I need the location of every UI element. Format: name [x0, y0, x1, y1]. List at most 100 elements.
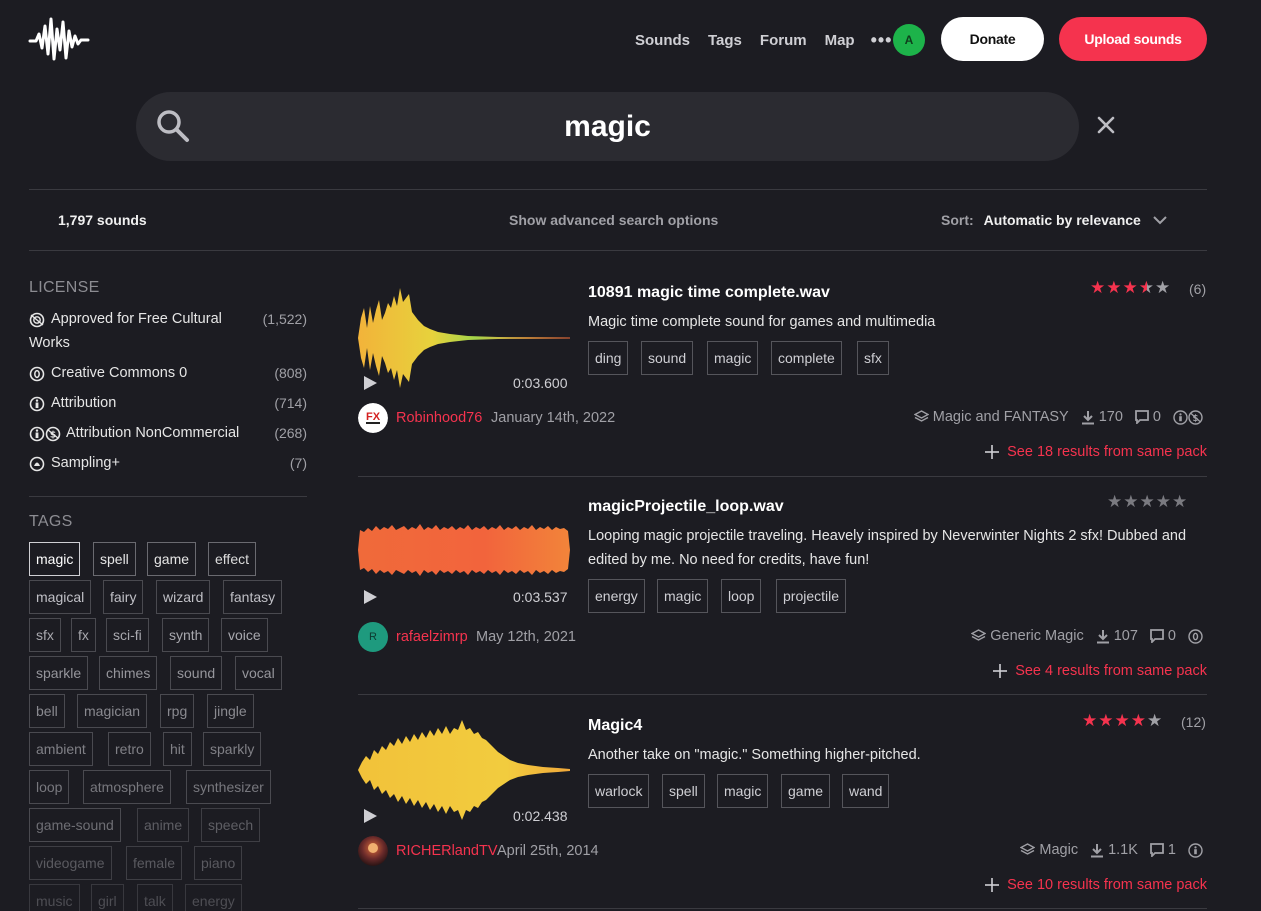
tag-filter[interactable]: music	[29, 884, 80, 911]
license-count: (268)	[274, 425, 307, 441]
tag-filter[interactable]: magician	[77, 694, 148, 728]
same-pack-link[interactable]: See 4 results from same pack	[993, 663, 1207, 679]
same-pack-link[interactable]: See 10 results from same pack	[985, 877, 1207, 893]
nav-tags[interactable]: Tags	[708, 32, 742, 49]
tag-filter[interactable]: atmosphere	[83, 770, 171, 804]
search-icon[interactable]	[155, 108, 191, 144]
tag-filter[interactable]: sfx	[29, 618, 61, 652]
pack-info[interactable]: Magic and FANTASY	[913, 409, 1069, 425]
tag-filter[interactable]: speech	[201, 808, 261, 842]
tag-filter[interactable]: ambient	[29, 732, 93, 766]
comments-info[interactable]: 1	[1150, 842, 1176, 858]
tag-filter[interactable]: chimes	[99, 656, 158, 690]
same-pack-link[interactable]: See 18 results from same pack	[985, 444, 1207, 460]
waveform-image[interactable]	[358, 720, 570, 820]
rating-stars[interactable]: ★★★★★	[1090, 278, 1171, 298]
tag-filter[interactable]: game	[147, 542, 197, 576]
tag-filter[interactable]: energy	[185, 884, 242, 911]
tag-filter[interactable]: bell	[29, 694, 65, 728]
sound-tag[interactable]: complete	[771, 341, 842, 375]
tag-filter[interactable]: effect	[208, 542, 256, 576]
tag-filter[interactable]: synthesizer	[186, 770, 271, 804]
tag-filter[interactable]: spell	[93, 542, 136, 576]
tag-filter[interactable]: sparkly	[203, 732, 262, 766]
tag-filter[interactable]: sound	[170, 656, 223, 690]
pack-info[interactable]: Magic	[1020, 842, 1078, 858]
tag-filter[interactable]: videogame	[29, 846, 112, 880]
upload-sounds-button[interactable]: Upload sounds	[1059, 17, 1207, 61]
waveform-image[interactable]	[358, 288, 570, 388]
tag-filter[interactable]: fairy	[103, 580, 144, 614]
tag-filter[interactable]: magic	[29, 542, 81, 576]
waveform-image[interactable]	[358, 500, 570, 600]
comments-info[interactable]: 0	[1135, 409, 1161, 425]
user-avatar[interactable]: R	[358, 622, 388, 652]
tag-filter[interactable]: talk	[137, 884, 173, 911]
tag-filter[interactable]: game-sound	[29, 808, 121, 842]
tag-filter[interactable]: loop	[29, 770, 70, 804]
tag-filter[interactable]: hit	[163, 732, 192, 766]
sound-tag[interactable]: magic	[707, 341, 759, 375]
sort-value[interactable]: Automatic by relevance	[984, 212, 1141, 228]
advanced-search-toggle[interactable]: Show advanced search options	[509, 212, 718, 228]
tag-filter[interactable]: sparkle	[29, 656, 89, 690]
tag-filter[interactable]: girl	[91, 884, 124, 911]
search-input[interactable]	[200, 104, 1015, 150]
sound-tag[interactable]: projectile	[776, 579, 847, 613]
tag-filter[interactable]: fx	[71, 618, 96, 652]
sound-tag[interactable]: loop	[721, 579, 762, 613]
nav-map[interactable]: Map	[825, 32, 855, 49]
tag-filter[interactable]: sci-fi	[106, 618, 149, 652]
more-menu-icon[interactable]: •••	[871, 31, 893, 49]
tag-filter[interactable]: anime	[137, 808, 190, 842]
sound-tag[interactable]: magic	[717, 774, 769, 808]
tag-filter[interactable]: vocal	[235, 656, 282, 690]
sound-tag[interactable]: sound	[641, 341, 694, 375]
sound-title[interactable]: Magic4	[588, 717, 642, 735]
tag-filter[interactable]: magical	[29, 580, 92, 614]
username-link[interactable]: RICHERlandTV	[396, 843, 498, 859]
sound-tag[interactable]: magic	[657, 579, 709, 613]
tag-filter[interactable]: voice	[221, 618, 268, 652]
nav-forum[interactable]: Forum	[760, 32, 807, 49]
comments-info[interactable]: 0	[1150, 628, 1176, 644]
sound-tag[interactable]: ding	[588, 341, 629, 375]
sound-tag[interactable]: spell	[662, 774, 705, 808]
user-avatar[interactable]: A	[893, 24, 925, 56]
pack-info[interactable]: Generic Magic	[971, 628, 1084, 644]
rating-stars[interactable]: ★★★★★	[1107, 492, 1188, 512]
sound-title[interactable]: 10891 magic time complete.wav	[588, 284, 830, 302]
play-icon[interactable]	[362, 589, 378, 605]
tag-filter[interactable]: retro	[108, 732, 151, 766]
tag-filter[interactable]: jingle	[207, 694, 254, 728]
sound-tag[interactable]: energy	[588, 579, 645, 613]
sound-tag[interactable]: sfx	[857, 341, 889, 375]
sort-select[interactable]: Sort: Automatic by relevance	[941, 212, 1167, 228]
tag-filter[interactable]: rpg	[160, 694, 195, 728]
license-filter-sampling-plus[interactable]: Sampling+ (7)	[29, 455, 307, 475]
rating-stars[interactable]: ★★★★★	[1082, 711, 1163, 731]
donate-button[interactable]: Donate	[941, 17, 1044, 61]
tag-filter[interactable]: synth	[162, 618, 210, 652]
sound-tag[interactable]: wand	[842, 774, 890, 808]
tag-filter[interactable]: wizard	[156, 580, 211, 614]
license-filter-free-cultural[interactable]: Approved for Free Cultural Works (1,522)	[29, 311, 307, 357]
sound-title[interactable]: magicProjectile_loop.wav	[588, 498, 784, 516]
sound-tag[interactable]: game	[781, 774, 831, 808]
tag-filter[interactable]: fantasy	[223, 580, 283, 614]
username-link[interactable]: rafaelzimrp	[396, 629, 468, 645]
license-filter-cc0[interactable]: Creative Commons 0 (808)	[29, 365, 307, 385]
license-filter-attribution-noncommercial[interactable]: $ Attribution NonCommercial (268)	[29, 425, 307, 445]
username-link[interactable]: Robinhood76	[396, 410, 482, 426]
tag-filter[interactable]: piano	[194, 846, 243, 880]
tag-filter[interactable]: female	[126, 846, 183, 880]
user-avatar[interactable]: FX	[358, 403, 388, 433]
play-icon[interactable]	[362, 375, 378, 391]
user-avatar[interactable]	[358, 836, 388, 866]
nav-sounds[interactable]: Sounds	[635, 32, 690, 49]
freesound-logo-icon[interactable]	[28, 14, 90, 64]
clear-search-icon[interactable]	[1095, 114, 1117, 136]
sound-tag[interactable]: warlock	[588, 774, 650, 808]
license-filter-attribution[interactable]: Attribution (714)	[29, 395, 307, 415]
play-icon[interactable]	[362, 808, 378, 824]
